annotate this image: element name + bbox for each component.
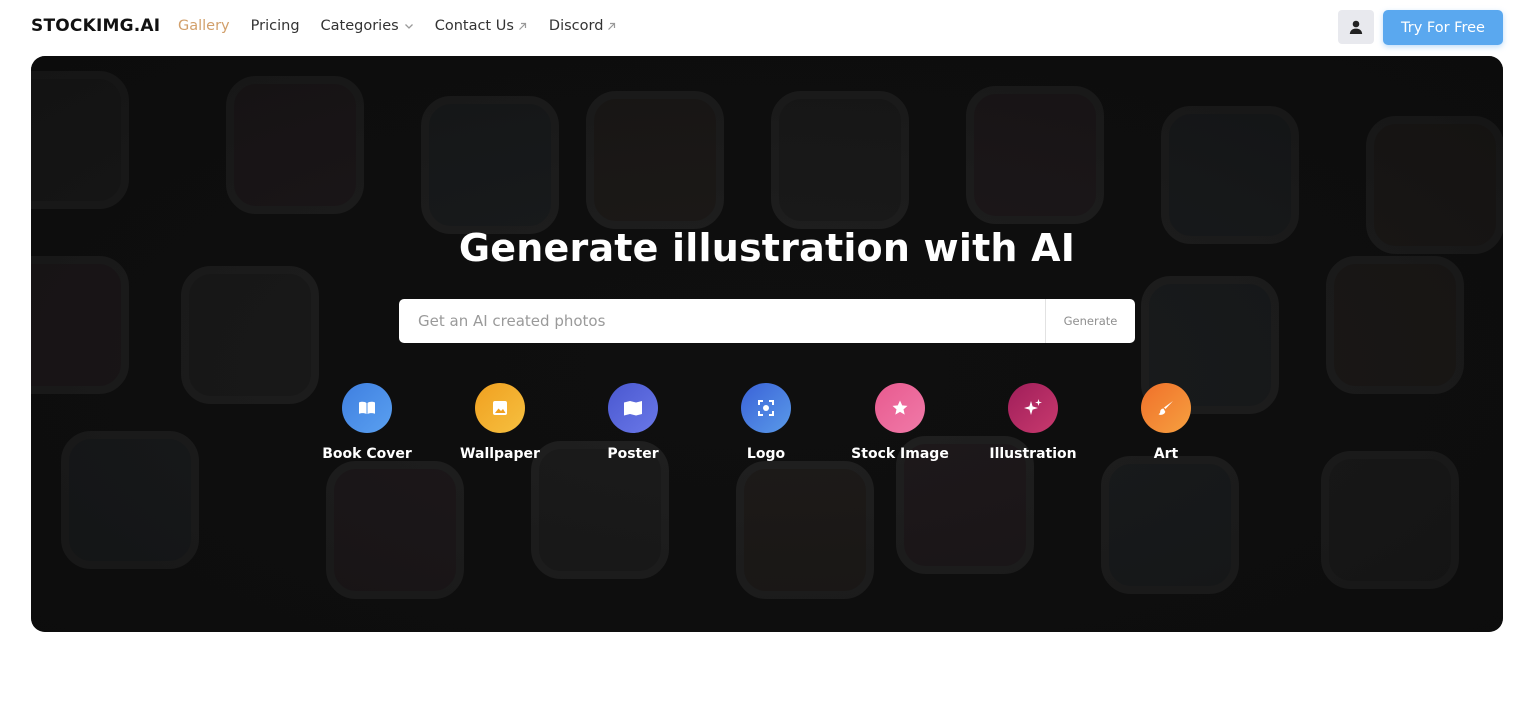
prompt-search-bar: Generate [399, 299, 1135, 343]
nav-label: Categories [320, 18, 399, 34]
chevron-down-icon [404, 24, 413, 29]
category-label: Poster [607, 446, 659, 462]
nav-discord[interactable]: Discord [549, 18, 618, 34]
category-stock-image[interactable]: Stock Image [840, 383, 960, 462]
nav-label: Contact Us [434, 18, 514, 34]
hero-title: Generate illustration with AI [458, 226, 1076, 270]
nav-contact-us[interactable]: Contact Us [435, 18, 528, 34]
category-label: Art [1153, 446, 1179, 462]
sparkles-icon [1008, 383, 1058, 433]
nav-label: Discord [548, 18, 604, 34]
category-logo[interactable]: Logo [706, 383, 826, 462]
category-label: Logo [746, 446, 786, 462]
star-icon [875, 383, 925, 433]
generate-button[interactable]: Generate [1045, 299, 1135, 343]
category-label: Wallpaper [460, 446, 540, 462]
hero-overlay [31, 56, 1503, 632]
category-label: Illustration [989, 446, 1077, 462]
focus-icon [741, 383, 791, 433]
nav-categories[interactable]: Categories [321, 18, 414, 34]
category-art[interactable]: Art [1106, 383, 1226, 462]
category-label: Book Cover [322, 446, 412, 462]
user-icon [1349, 20, 1363, 34]
nav-gallery[interactable]: Gallery [178, 18, 230, 34]
top-navbar: STOCKIMG.AI Gallery Pricing Categories C… [0, 0, 1536, 56]
category-wallpaper[interactable]: Wallpaper [440, 383, 560, 462]
image-icon [475, 383, 525, 433]
nav-label: Pricing [250, 18, 300, 34]
category-poster[interactable]: Poster [573, 383, 693, 462]
try-for-free-button[interactable]: Try For Free [1383, 10, 1503, 45]
prompt-input[interactable] [399, 299, 1045, 343]
nav-label: Gallery [178, 18, 230, 34]
user-account-button[interactable] [1338, 10, 1374, 44]
site-logo[interactable]: STOCKIMG.AI [31, 16, 160, 36]
external-link-icon [518, 22, 527, 30]
external-link-icon [608, 22, 616, 30]
nav-pricing[interactable]: Pricing [251, 18, 300, 34]
category-illustration[interactable]: Illustration [973, 383, 1093, 462]
brush-icon [1141, 383, 1191, 433]
category-label: Stock Image [851, 446, 949, 462]
book-icon [342, 383, 392, 433]
map-icon [608, 383, 658, 433]
main-nav: Gallery Pricing Categories Contact Us Di… [178, 18, 638, 34]
hero-banner: Generate illustration with AI Generate B… [31, 56, 1503, 632]
category-book-cover[interactable]: Book Cover [307, 383, 427, 462]
